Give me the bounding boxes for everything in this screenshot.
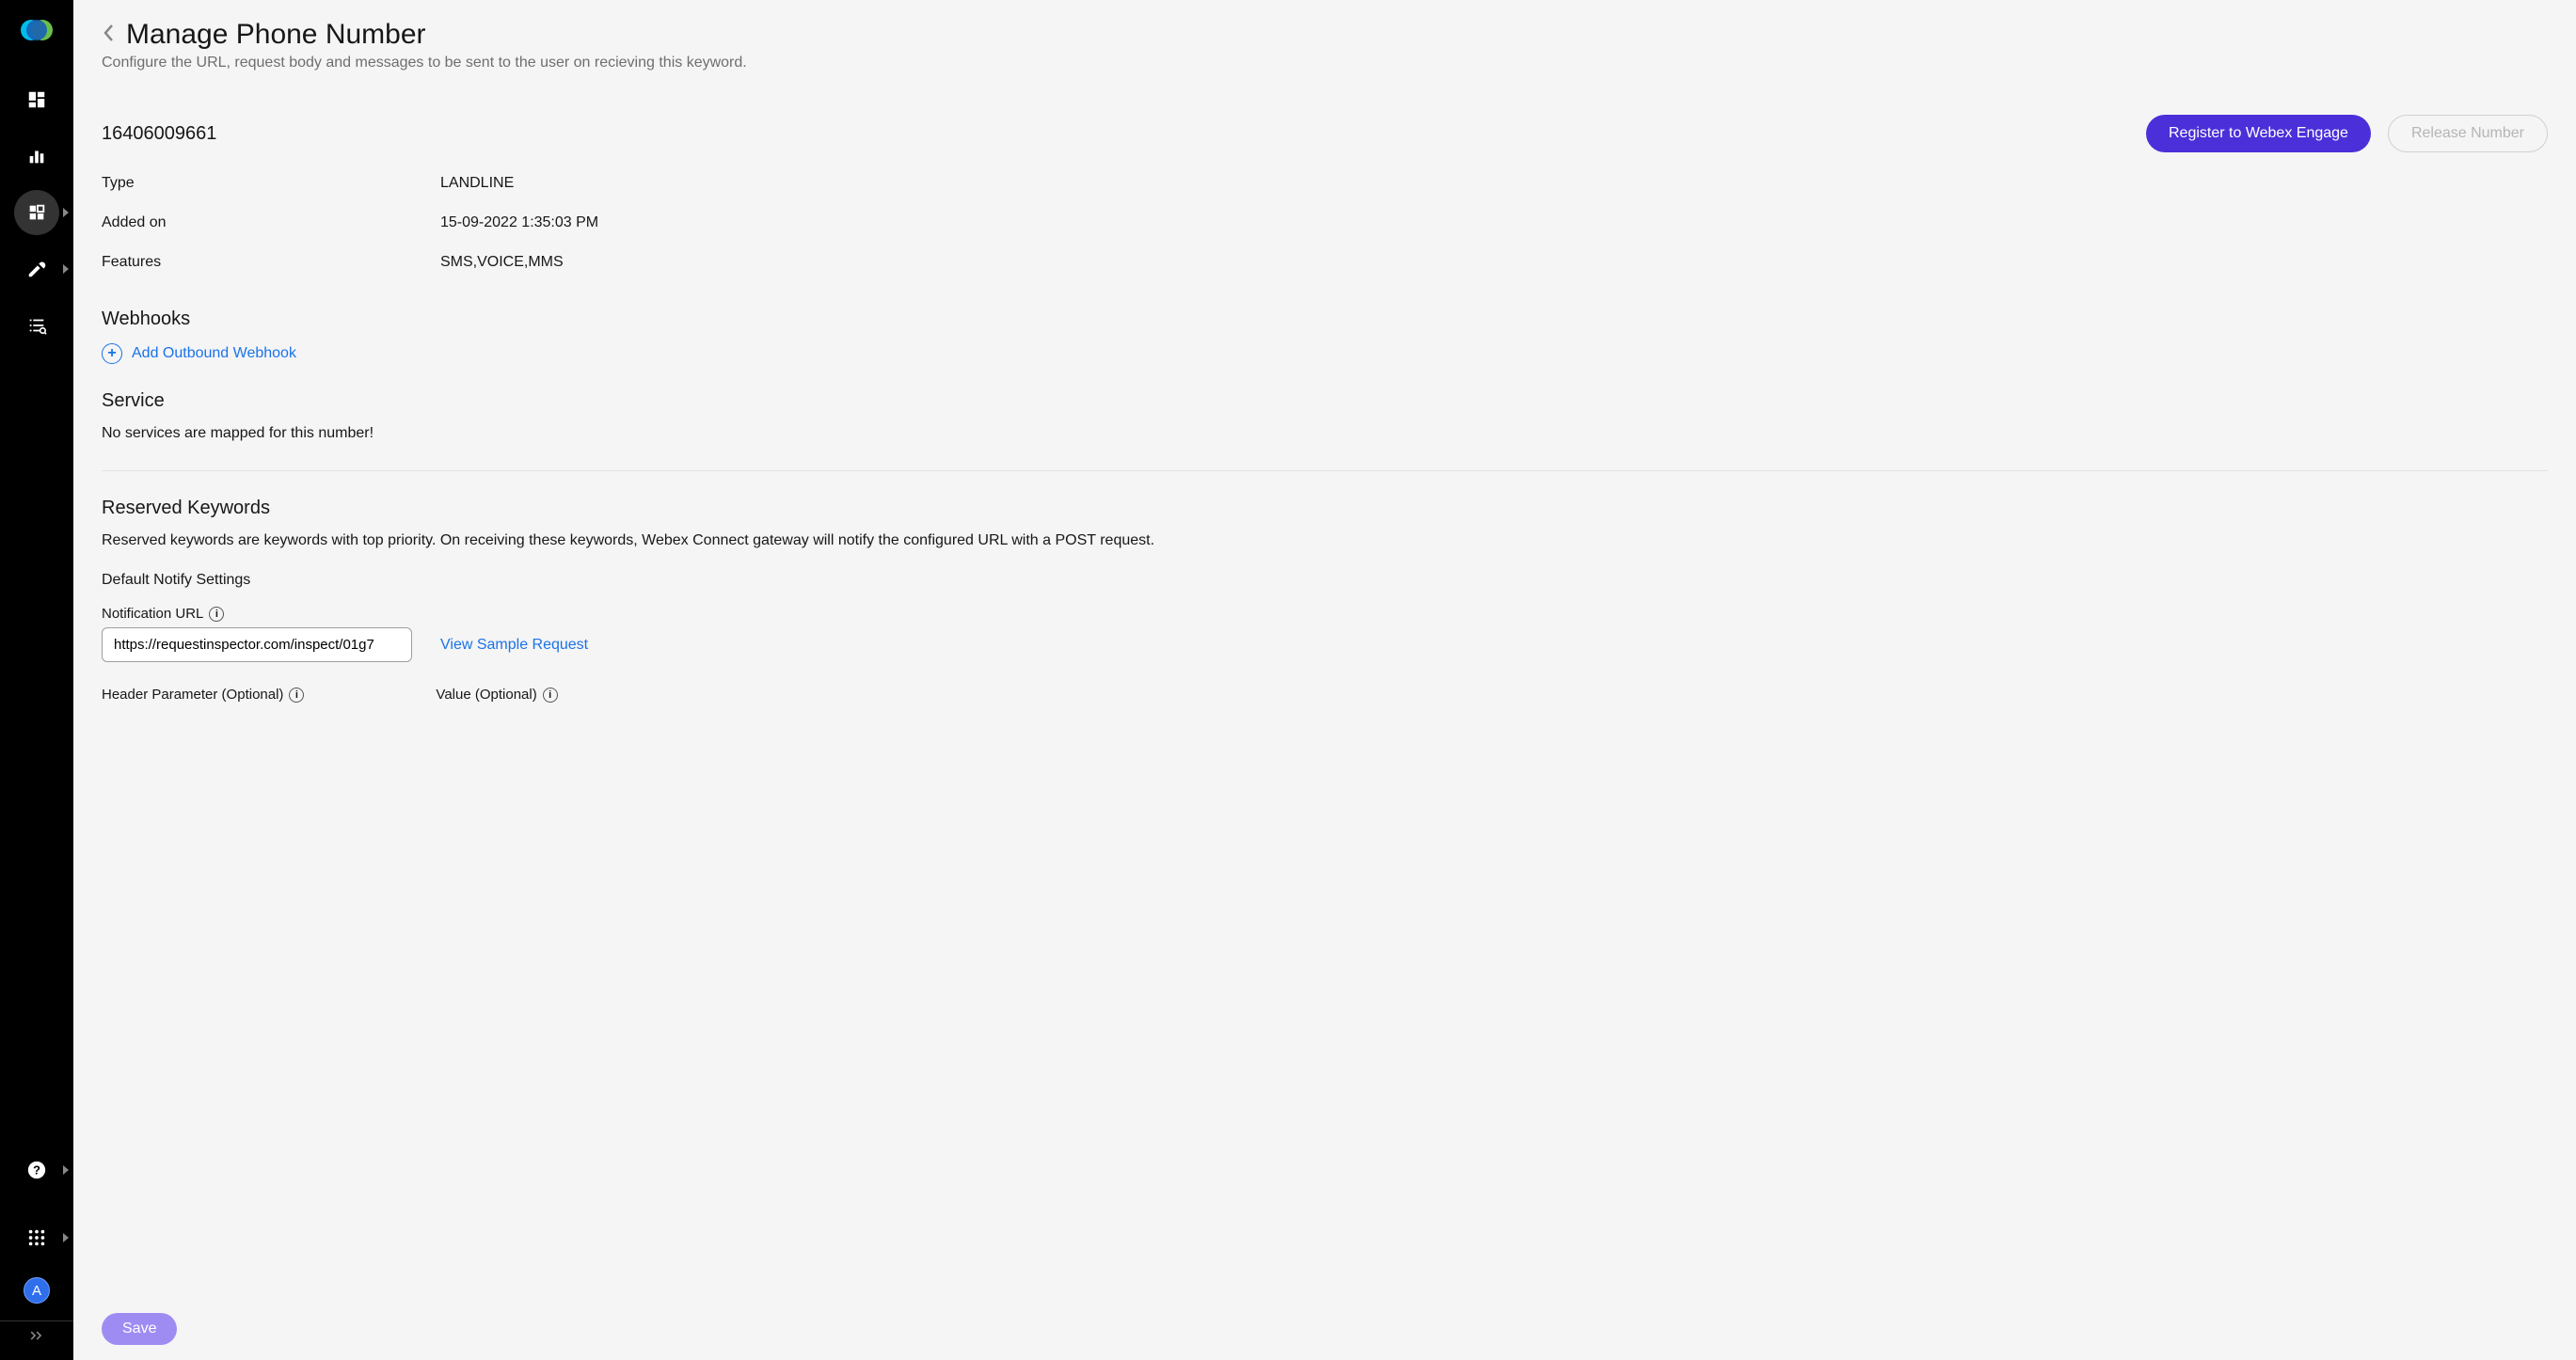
- nav-help[interactable]: ?: [14, 1147, 59, 1193]
- added-on-value: 15-09-2022 1:35:03 PM: [440, 214, 598, 231]
- header-param-label: Header Parameter (Optional): [102, 687, 283, 703]
- nav-tools[interactable]: [14, 246, 59, 292]
- back-button[interactable]: [102, 22, 117, 49]
- chevron-right-icon: [63, 208, 69, 217]
- main-content: Manage Phone Number Configure the URL, r…: [73, 0, 2576, 1360]
- reserved-keywords-desc: Reserved keywords are keywords with top …: [102, 532, 2548, 549]
- add-webhook-button[interactable]: + Add Outbound Webhook: [102, 343, 2548, 364]
- page-header: Manage Phone Number Configure the URL, r…: [73, 0, 2576, 81]
- service-title: Service: [102, 390, 2548, 412]
- service-empty-text: No services are mapped for this number!: [102, 425, 2548, 442]
- avatar[interactable]: A: [24, 1277, 50, 1304]
- webhooks-title: Webhooks: [102, 308, 2548, 330]
- chevron-right-icon: [63, 264, 69, 274]
- notification-url-input[interactable]: [102, 627, 412, 662]
- info-icon[interactable]: i: [543, 688, 558, 703]
- features-value: SMS,VOICE,MMS: [440, 254, 564, 271]
- release-button: Release Number: [2388, 115, 2548, 152]
- page-subtitle: Configure the URL, request body and mess…: [102, 55, 2548, 71]
- phone-number: 16406009661: [102, 123, 216, 145]
- webex-logo: [18, 11, 56, 49]
- features-label: Features: [102, 254, 440, 271]
- nav-analytics[interactable]: [14, 134, 59, 179]
- page-title: Manage Phone Number: [126, 19, 426, 51]
- nav-grid[interactable]: [14, 1215, 59, 1260]
- type-label: Type: [102, 175, 440, 192]
- plus-icon: +: [102, 343, 122, 364]
- info-icon[interactable]: i: [209, 607, 224, 622]
- default-notify-heading: Default Notify Settings: [102, 572, 2548, 589]
- sidebar: ? A: [0, 0, 73, 1360]
- register-button[interactable]: Register to Webex Engage: [2146, 115, 2371, 152]
- type-value: LANDLINE: [440, 175, 514, 192]
- chevron-right-icon: [63, 1165, 69, 1175]
- nav-logs[interactable]: [14, 303, 59, 348]
- nav-dashboard[interactable]: [14, 77, 59, 122]
- svg-text:?: ?: [33, 1163, 40, 1178]
- save-button[interactable]: Save: [102, 1313, 177, 1345]
- sidebar-collapse[interactable]: [0, 1320, 73, 1349]
- info-icon[interactable]: i: [289, 688, 304, 703]
- added-on-label: Added on: [102, 214, 440, 231]
- chevron-right-icon: [63, 1233, 69, 1242]
- add-webhook-label: Add Outbound Webhook: [132, 345, 296, 362]
- reserved-keywords-title: Reserved Keywords: [102, 498, 2548, 519]
- notification-url-label: Notification URL: [102, 606, 203, 622]
- view-sample-request-link[interactable]: View Sample Request: [440, 637, 588, 654]
- nav-apps[interactable]: [14, 190, 59, 235]
- value-optional-label: Value (Optional): [436, 687, 536, 703]
